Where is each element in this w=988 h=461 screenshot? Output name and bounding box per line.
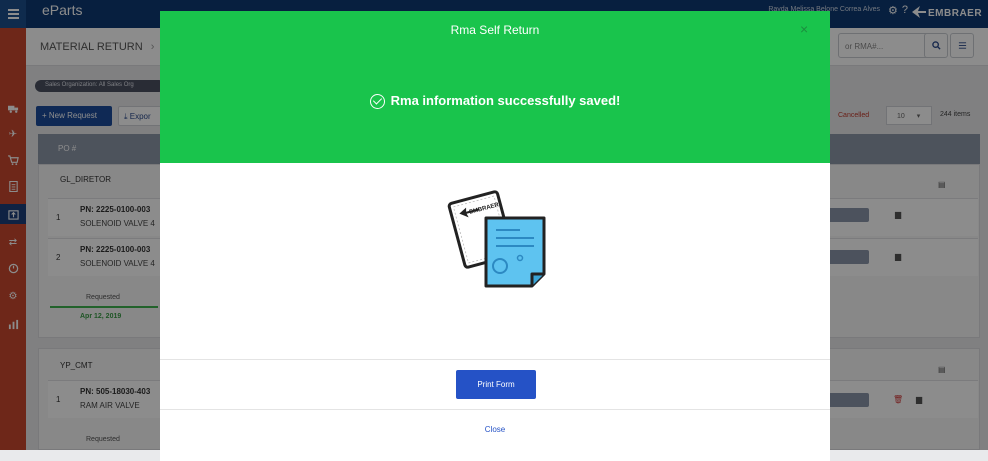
divider [160, 409, 830, 410]
rma-modal: Rma Self Return × Rma information succes… [160, 11, 830, 461]
modal-title: Rma Self Return [450, 23, 540, 37]
modal-header: Rma Self Return × Rma information succes… [160, 11, 830, 163]
documents-illustration: EMBRAER [444, 186, 548, 290]
divider [160, 359, 830, 360]
success-text: Rma information successfully saved! [390, 93, 621, 108]
close-icon[interactable]: × [800, 21, 808, 37]
close-link[interactable]: Close [160, 425, 830, 434]
print-form-button[interactable]: Print Form [456, 370, 536, 399]
success-message: Rma information successfully saved! [160, 93, 830, 110]
check-circle-icon [369, 94, 385, 110]
